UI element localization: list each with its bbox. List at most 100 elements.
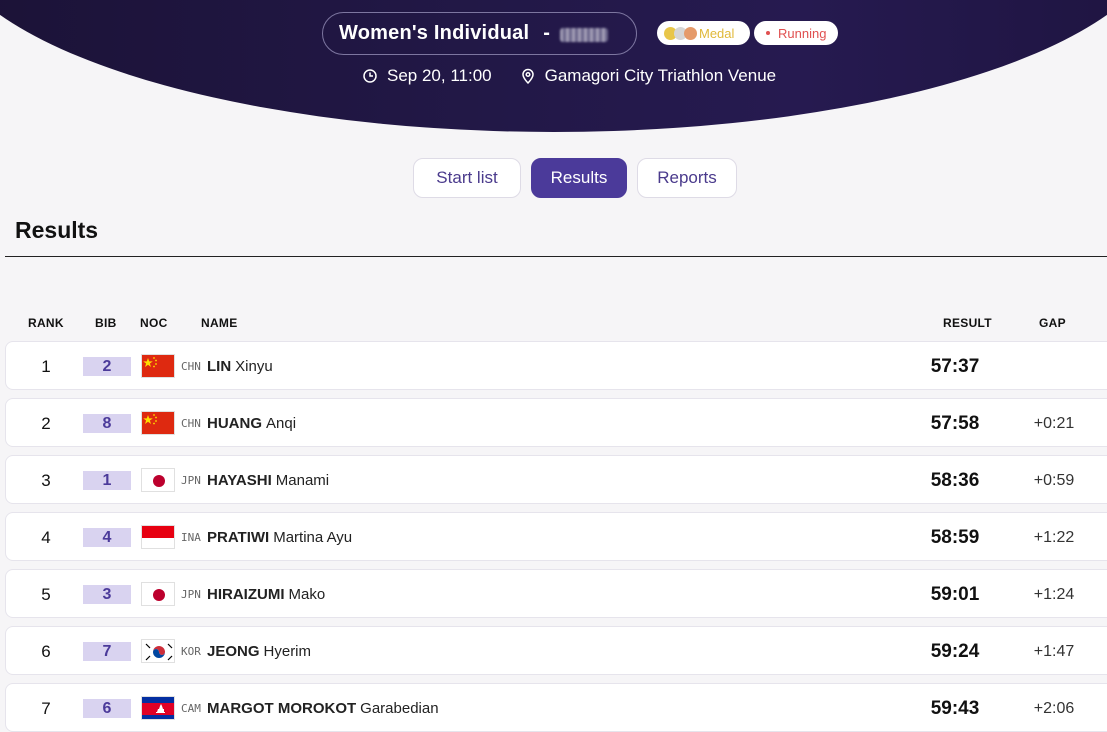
athlete-name[interactable]: JEONG Hyerim	[207, 627, 311, 676]
live-dot-icon	[766, 31, 770, 35]
athlete-name[interactable]: MARGOT MOROKOT Garabedian	[207, 684, 439, 732]
tab-results[interactable]: Results	[531, 158, 627, 198]
japan-flag-icon	[141, 582, 175, 606]
gap-time: +1:22	[1033, 528, 1075, 546]
table-row[interactable]: 5 3 JPN HIRAIZUMI Mako 59:01 +1:24	[5, 569, 1107, 618]
athlete-last-name: LIN	[207, 358, 232, 375]
section-divider	[5, 256, 1107, 257]
result-time: 58:36	[930, 469, 980, 491]
noc-code: JPN	[181, 474, 201, 487]
result-time: 58:59	[930, 526, 980, 548]
japan-flag-icon	[141, 468, 175, 492]
athlete-first-name: Xinyu	[235, 358, 273, 375]
event-title: Women's Individual	[339, 22, 530, 44]
medal-badge-label: Medal	[699, 25, 735, 41]
bib-number: 2	[83, 357, 131, 376]
event-title-pill: Women's Individual -	[322, 12, 637, 55]
bib-cell: 4	[83, 513, 131, 562]
clock-icon	[363, 69, 377, 83]
bib-cell: 7	[83, 627, 131, 676]
korea-flag-icon	[141, 639, 175, 663]
table-row[interactable]: 7 6 CAM MARGOT MOROKOT Garabedian 59:43 +2:06	[5, 683, 1107, 732]
athlete-last-name: JEONG	[207, 643, 260, 660]
result-time: 59:43	[930, 697, 980, 719]
rank-cell: 5	[41, 584, 51, 604]
rank-cell: 3	[41, 470, 51, 490]
rank-cell: 7	[41, 698, 51, 718]
athlete-first-name: Martina Ayu	[273, 529, 353, 546]
tab-reports[interactable]: Reports	[637, 158, 737, 198]
athlete-name[interactable]: HUANG Anqi	[207, 399, 296, 448]
table-row[interactable]: 6 7 KOR JEONG Hyerim 59:24 +1:47	[5, 626, 1107, 675]
athlete-first-name: Hyerim	[263, 643, 312, 660]
cambodia-flag-icon	[141, 696, 175, 720]
athlete-name[interactable]: HAYASHI Manami	[207, 456, 329, 505]
bib-number: 1	[83, 471, 131, 490]
athlete-last-name: MARGOT MOROKOT	[207, 700, 357, 717]
bib-number: 4	[83, 528, 131, 547]
result-time: 59:24	[930, 640, 980, 662]
athlete-first-name: Anqi	[266, 415, 297, 432]
event-datetime: Sep 20, 11:00	[387, 66, 492, 85]
gap-time: +0:21	[1033, 414, 1075, 432]
table-row[interactable]: 3 1 JPN HAYASHI Manami 58:36 +0:59	[5, 455, 1107, 504]
table-row[interactable]: 4 4 INA PRATIWI Martina Ayu 58:59 +1:22	[5, 512, 1107, 561]
title-separator: -	[543, 22, 551, 44]
medal-badge: Medal	[657, 21, 750, 45]
column-header-gap: GAP	[1039, 316, 1066, 330]
running-badge: Running	[754, 21, 838, 45]
location-pin-icon	[521, 68, 534, 84]
bib-cell: 8	[83, 399, 131, 448]
athlete-first-name: Garabedian	[360, 700, 439, 717]
athlete-name[interactable]: LIN Xinyu	[207, 342, 273, 391]
event-header: Women's Individual - Medal Running Sep 2…	[0, 0, 1107, 140]
section-title: Results	[15, 217, 99, 243]
result-time: 57:37	[930, 355, 980, 377]
athlete-name[interactable]: PRATIWI Martina Ayu	[207, 513, 352, 562]
gap-time: +2:06	[1033, 699, 1075, 717]
column-header-bib: BIB	[95, 316, 117, 330]
table-row[interactable]: 2 8 CHN HUANG Anqi 57:58 +0:21	[5, 398, 1107, 447]
bib-number: 3	[83, 585, 131, 604]
column-header-name: NAME	[201, 316, 238, 330]
bib-cell: 1	[83, 456, 131, 505]
athlete-first-name: Mako	[288, 586, 326, 603]
column-header-rank: RANK	[28, 316, 64, 330]
bib-number: 6	[83, 699, 131, 718]
bib-cell: 3	[83, 570, 131, 619]
noc-code: INA	[181, 531, 201, 544]
gap-time	[1016, 342, 1092, 391]
blurred-stage-label	[560, 28, 609, 42]
event-venue: Gamagori City Triathlon Venue	[544, 66, 777, 85]
athlete-last-name: HAYASHI	[207, 472, 272, 489]
gap-time: +0:59	[1033, 471, 1075, 489]
china-flag-icon	[141, 354, 175, 378]
running-badge-label: Running	[778, 25, 827, 41]
gap-time: +1:47	[1033, 642, 1075, 660]
athlete-name[interactable]: HIRAIZUMI Mako	[207, 570, 325, 619]
indonesia-flag-icon	[141, 525, 175, 549]
gap-time: +1:24	[1033, 585, 1075, 603]
noc-code: CHN	[181, 360, 201, 373]
athlete-last-name: PRATIWI	[207, 529, 270, 546]
bib-number: 7	[83, 642, 131, 661]
rank-cell: 2	[41, 413, 51, 433]
bib-cell: 6	[83, 684, 131, 732]
tab-start-list[interactable]: Start list	[413, 158, 521, 198]
rank-cell: 6	[41, 641, 51, 661]
result-time: 57:58	[930, 412, 980, 434]
noc-code: CHN	[181, 417, 201, 430]
rank-cell: 1	[41, 356, 51, 376]
medal-icon	[664, 26, 697, 40]
athlete-last-name: HIRAIZUMI	[207, 586, 285, 603]
noc-code: JPN	[181, 588, 201, 601]
table-row[interactable]: 1 2 CHN LIN Xinyu 57:37	[5, 341, 1107, 390]
china-flag-icon	[141, 411, 175, 435]
rank-cell: 4	[41, 527, 51, 547]
column-header-result: RESULT	[943, 316, 992, 330]
bib-number: 8	[83, 414, 131, 433]
bib-cell: 2	[83, 342, 131, 391]
athlete-last-name: HUANG	[207, 415, 262, 432]
noc-code: CAM	[181, 702, 201, 715]
column-header-noc: NOC	[140, 316, 168, 330]
